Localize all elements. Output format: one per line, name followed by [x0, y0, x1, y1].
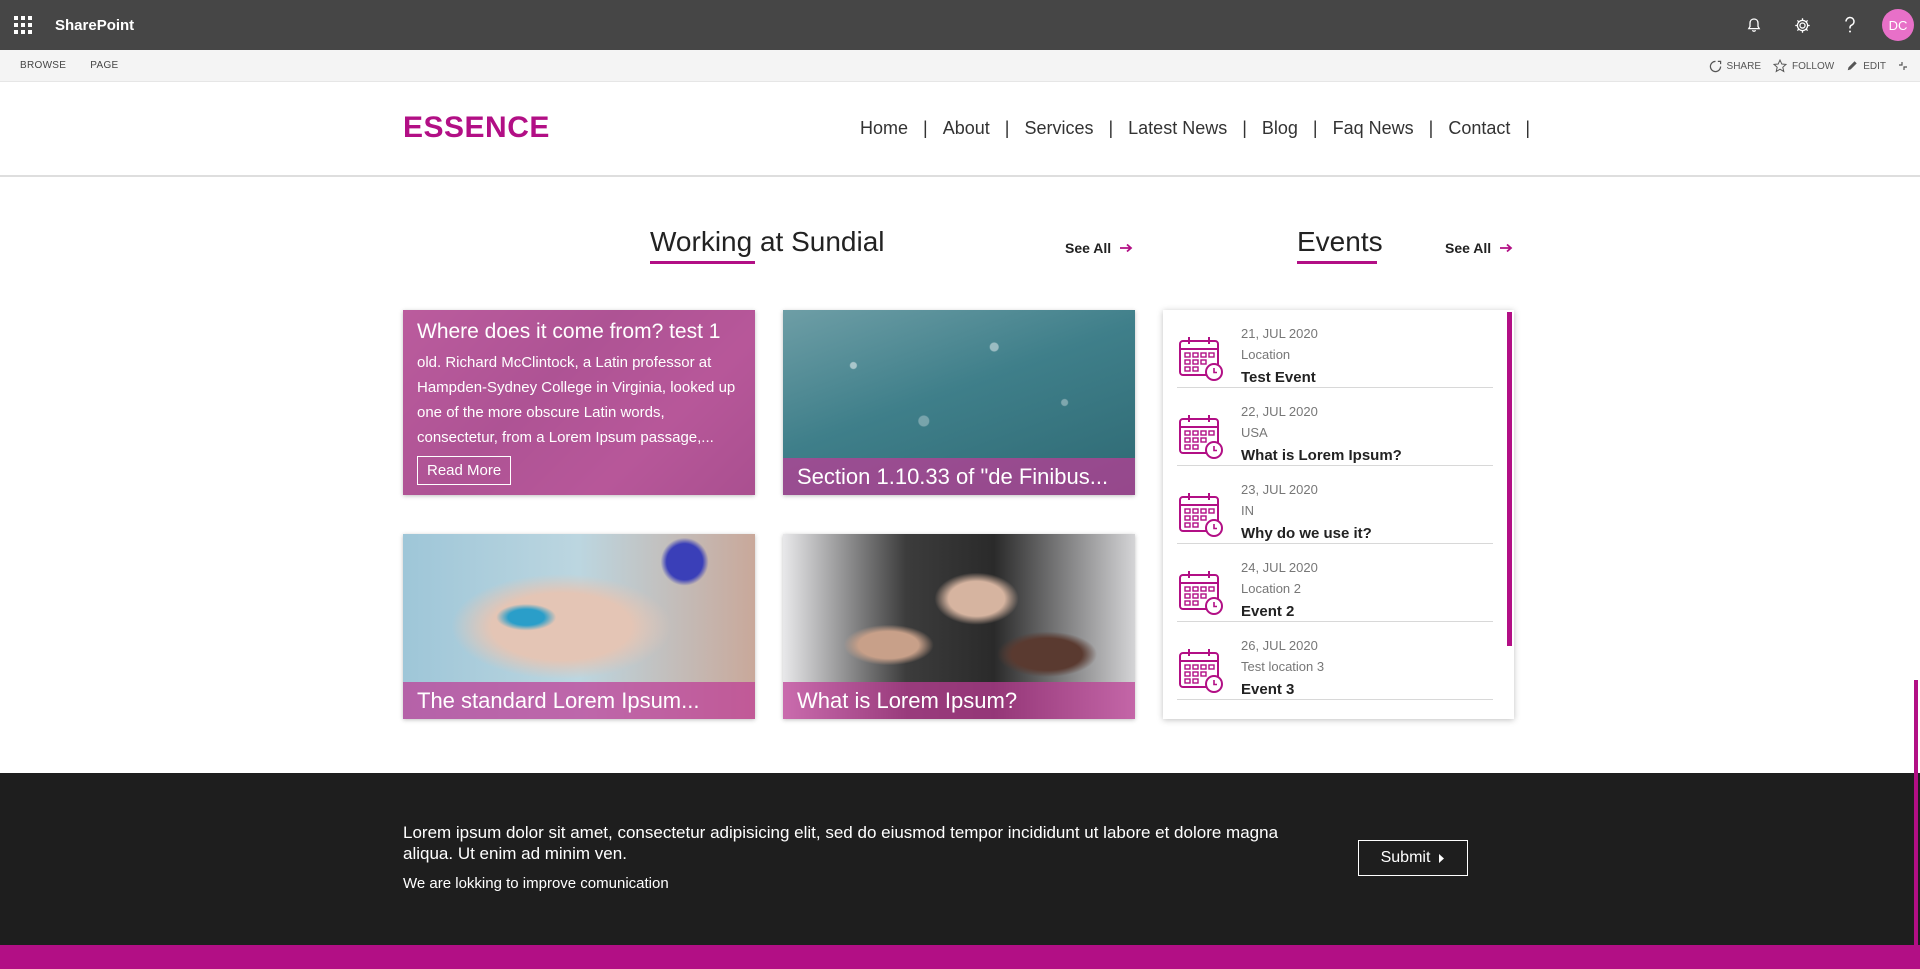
event-item[interactable]: 23, JUL 2020 IN Why do we use it?	[1177, 466, 1493, 544]
working-see-all-link[interactable]: See All	[1065, 240, 1133, 256]
read-more-button[interactable]: Read More	[417, 456, 512, 485]
event-title[interactable]: Event 2	[1241, 603, 1294, 620]
nav-about[interactable]: About	[943, 118, 990, 139]
calendar-icon	[1179, 649, 1223, 693]
share-label: SHARE	[1726, 60, 1761, 72]
share-icon	[1709, 60, 1721, 72]
nav-latest-news[interactable]: Latest News	[1128, 118, 1227, 139]
event-location: Location 2	[1241, 581, 1301, 596]
see-all-label: See All	[1065, 240, 1112, 256]
nav-separator: |	[1312, 118, 1318, 138]
news-tile[interactable]: Where does it come from? test 1 old. Ric…	[403, 310, 755, 495]
calendar-icon	[1179, 415, 1223, 459]
tile-caption: The standard Lorem Ipsum...	[403, 682, 755, 719]
top-navigation: Home | About | Services | Latest News | Blog…	[860, 118, 1545, 139]
tab-browse[interactable]: BROWSE	[20, 60, 66, 71]
share-button[interactable]: SHARE	[1709, 60, 1761, 73]
event-item[interactable]: 21, JUL 2020 Location Test Event	[1177, 310, 1493, 388]
nav-separator: |	[1428, 118, 1434, 138]
site-footer: Lorem ipsum dolor sit amet, consectetur …	[0, 773, 1920, 945]
submit-button[interactable]: Submit	[1358, 840, 1468, 876]
tab-page[interactable]: PAGE	[90, 60, 118, 71]
nav-contact[interactable]: Contact	[1448, 118, 1510, 139]
bell-icon[interactable]	[1730, 0, 1778, 50]
event-title[interactable]: Test Event	[1241, 369, 1316, 386]
footer-text: Lorem ipsum dolor sit amet, consectetur …	[403, 823, 1279, 863]
waffle-icon[interactable]	[0, 0, 46, 50]
edit-button[interactable]: EDIT	[1846, 60, 1886, 72]
help-icon[interactable]	[1826, 0, 1874, 50]
suite-bar: SharePoint DC	[0, 0, 1920, 50]
tile-caption: What is Lorem Ipsum?	[783, 682, 1135, 719]
event-title[interactable]: Why do we use it?	[1241, 525, 1372, 542]
focus-mode-icon[interactable]	[1898, 61, 1908, 71]
working-section-title: Working at Sundial	[650, 226, 885, 257]
nav-blog[interactable]: Blog	[1262, 118, 1298, 139]
event-item[interactable]: 22, JUL 2020 USA What is Lorem Ipsum?	[1177, 388, 1493, 466]
event-date: 26, JUL 2020	[1241, 638, 1318, 653]
arrow-right-icon	[1120, 243, 1133, 253]
event-location: USA	[1241, 425, 1268, 440]
nav-services[interactable]: Services	[1024, 118, 1093, 139]
nav-separator: |	[923, 118, 928, 138]
events-list: 21, JUL 2020 Location Test Event 22, JUL…	[1163, 310, 1514, 719]
calendar-icon	[1179, 571, 1223, 615]
gear-icon[interactable]	[1778, 0, 1826, 50]
event-item[interactable]: 24, JUL 2020 Location 2 Event 2	[1177, 544, 1493, 622]
nav-separator: |	[1242, 118, 1247, 138]
avatar[interactable]: DC	[1882, 9, 1914, 41]
arrow-right-icon	[1500, 243, 1513, 253]
pencil-icon	[1847, 61, 1857, 71]
tile-overlay: Where does it come from? test 1 old. Ric…	[403, 310, 755, 495]
nav-faq-news[interactable]: Faq News	[1333, 118, 1414, 139]
news-tile[interactable]: The standard Lorem Ipsum...	[403, 534, 755, 719]
tile-description: old. Richard McClintock, a Latin profess…	[417, 354, 736, 446]
footer-subtext: We are lokking to improve comunication	[403, 875, 669, 892]
star-icon	[1772, 59, 1787, 73]
edit-label: EDIT	[1863, 60, 1886, 72]
event-item[interactable]: 26, JUL 2020 Test location 3 Event 3	[1177, 622, 1493, 700]
news-tile[interactable]: What is Lorem Ipsum?	[783, 534, 1135, 719]
event-location: Location	[1241, 347, 1291, 362]
title-underline	[1297, 261, 1377, 264]
news-tile[interactable]: Section 1.10.33 of "de Finibus...	[783, 310, 1135, 495]
event-date: 22, JUL 2020	[1241, 404, 1318, 419]
see-all-label: See All	[1445, 240, 1492, 256]
site-header: ESSENCE Home | About | Services | Latest Ne…	[0, 82, 1920, 177]
ribbon: BROWSE PAGE SHARE FOLLOW EDIT	[0, 50, 1920, 82]
page-scrollbar[interactable]	[1914, 680, 1918, 945]
tile-title: Where does it come from? test 1	[417, 320, 721, 343]
submit-label: Submit	[1380, 849, 1431, 866]
follow-button[interactable]: FOLLOW	[1772, 59, 1835, 73]
nav-home[interactable]: Home	[860, 118, 908, 139]
events-section-title: Events	[1297, 226, 1383, 257]
caret-right-icon	[1439, 853, 1445, 863]
site-logo[interactable]: ESSENCE	[403, 111, 550, 145]
nav-separator: |	[1004, 118, 1010, 138]
calendar-icon	[1179, 337, 1223, 381]
scrollbar[interactable]	[1507, 312, 1512, 646]
event-date: 23, JUL 2020	[1241, 482, 1318, 497]
event-location: Test location 3	[1241, 659, 1325, 674]
event-title[interactable]: What is Lorem Ipsum?	[1241, 447, 1402, 464]
nav-separator: |	[1108, 118, 1114, 138]
title-underline	[650, 261, 755, 264]
event-title[interactable]: Event 3	[1241, 681, 1294, 698]
events-see-all-link[interactable]: See All	[1445, 240, 1513, 256]
event-date: 21, JUL 2020	[1241, 326, 1318, 341]
event-date: 24, JUL 2020	[1241, 560, 1318, 575]
calendar-icon	[1179, 493, 1223, 537]
tile-caption: Section 1.10.33 of "de Finibus...	[783, 458, 1135, 495]
nav-separator: |	[1525, 118, 1531, 138]
event-location: IN	[1241, 503, 1254, 518]
app-name[interactable]: SharePoint	[55, 17, 134, 34]
follow-label: FOLLOW	[1791, 60, 1835, 72]
bottom-accent-band	[0, 945, 1920, 969]
